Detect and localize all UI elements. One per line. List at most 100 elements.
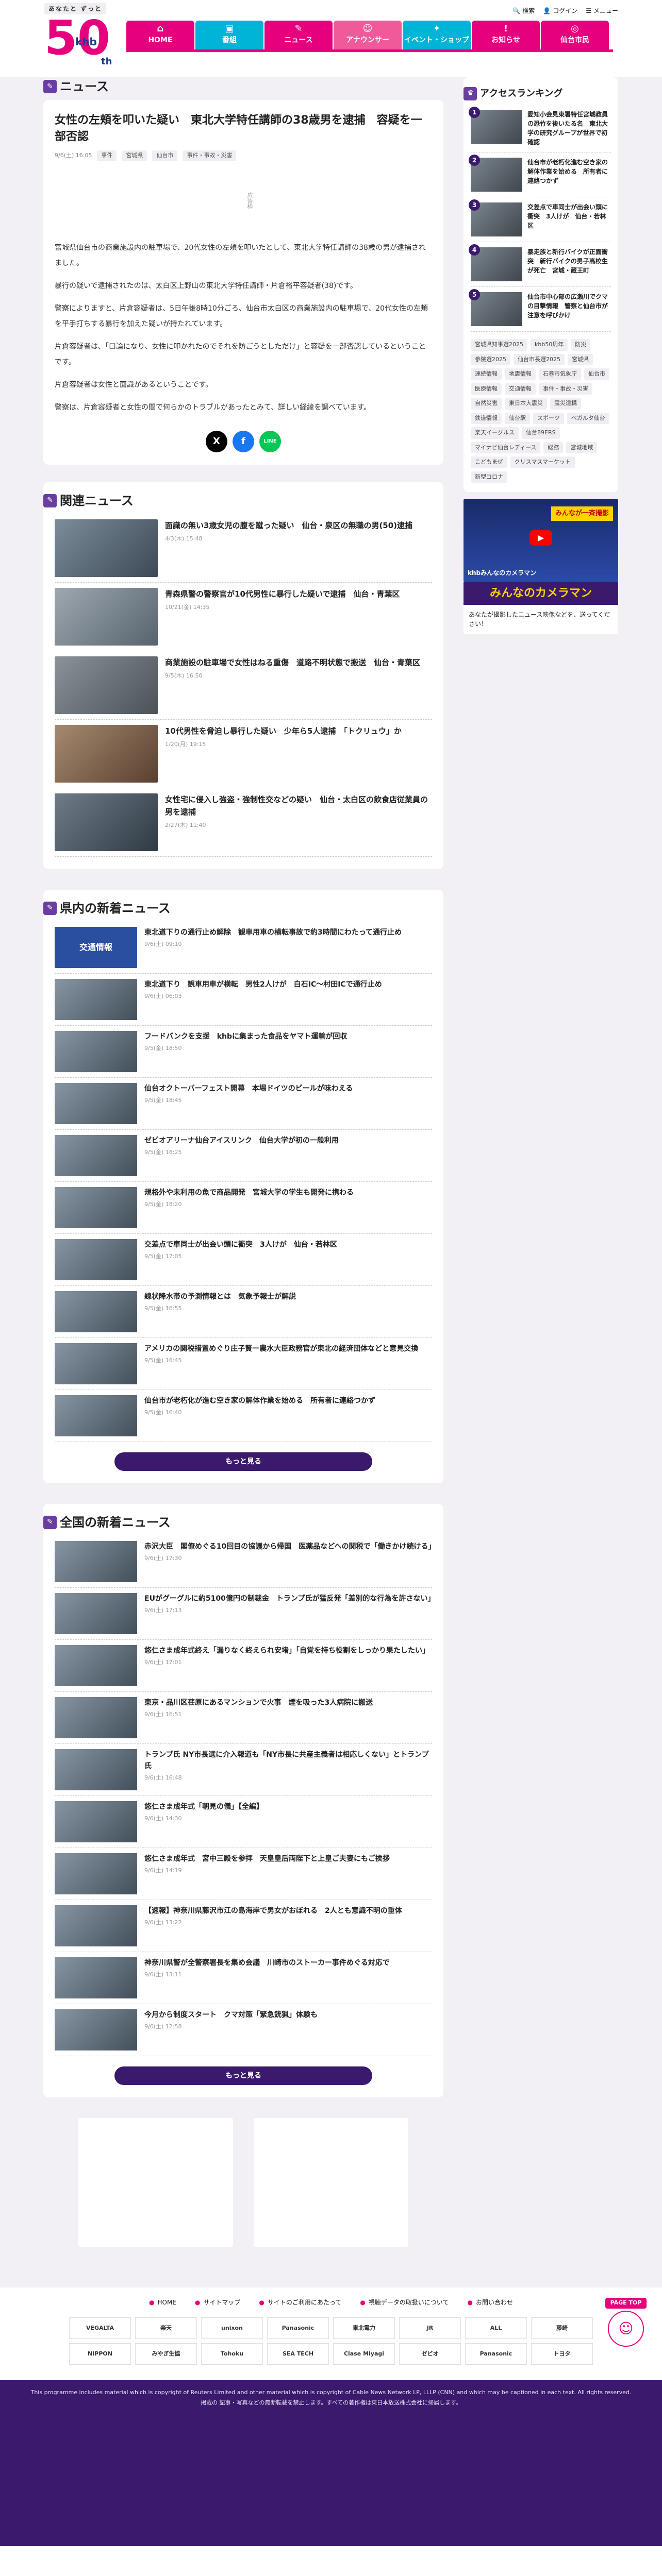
sponsor-logo[interactable]: みやぎ生協 — [135, 2343, 197, 2365]
tag-link[interactable]: 震災遺構 — [550, 398, 581, 410]
list-item[interactable]: 東北道下り 観車用車が横転 男性2人けが 白石IC〜村田ICで通行止め 9/6(土… — [55, 974, 432, 1026]
article-tag[interactable]: 仙台市 — [152, 150, 178, 161]
related-item[interactable]: 青森県警の警察官が10代男性に暴行した疑いで逮捕 仙台・青葉区 10/21(金) … — [55, 583, 432, 651]
tag-link[interactable]: こどもまぜ — [471, 456, 507, 468]
article-tag[interactable]: 宮城県 — [122, 150, 147, 161]
list-item[interactable]: 悠仁さま成年式 宮中三殿を参拝 天皇皇后両陛下と上皇ご夫妻にもご挨拶 9/6(土)… — [55, 1848, 432, 1900]
x-icon[interactable]: X — [206, 430, 227, 452]
tag-link[interactable]: 東日本大震災 — [505, 398, 547, 410]
footer-link[interactable]: ● HOME — [149, 2298, 176, 2307]
tag-link[interactable]: 防災 — [571, 339, 591, 351]
list-item[interactable]: 仙台オクトーバーフェスト開幕 本場ドイツのビールが味わえる 9/5(金) 18:4… — [55, 1078, 432, 1130]
ranking-item[interactable]: 3 交差点で車同士が出会い頭に衝突 3人けが 仙台・若林区 — [469, 197, 611, 242]
tag-link[interactable]: 新型コロナ — [471, 471, 507, 483]
tag-link[interactable]: 医療情報 — [471, 383, 502, 395]
nav-home[interactable]: ⌂ HOME — [126, 21, 194, 49]
related-item[interactable]: 商業施設の駐車場で女性はねる重傷 道路不明状態で搬送 仙台・青葉区 9/5(木) … — [55, 651, 432, 720]
tag-link[interactable]: 宮城県 — [568, 353, 593, 365]
tag-link[interactable]: 宮城県知事選2025 — [471, 339, 527, 351]
sponsor-logo[interactable]: Clase Miyagi — [333, 2343, 395, 2365]
line-icon[interactable]: LINE — [259, 430, 281, 452]
sponsor-logo[interactable]: VEGALTA — [69, 2317, 131, 2339]
sponsor-logo[interactable]: unixon — [201, 2317, 263, 2339]
footer-link[interactable]: ● 視聴データの取扱いについて — [360, 2298, 449, 2307]
list-item[interactable]: 赤沢大臣 閣僚めぐる10回目の協議から帰国 医薬品などへの関税で「働きかけ続ける… — [55, 1536, 436, 1588]
ranking-item[interactable]: 2 仙台市が老朽化進む空き家の解体作業を始める 所有者に連絡つかず — [469, 152, 611, 197]
tag-link[interactable]: 宮城地域 — [566, 442, 598, 453]
tag-link[interactable]: khb50周年 — [531, 339, 568, 351]
list-item[interactable]: 神奈川県警が全警察署長を集め会議 川崎市のストーカー事件めぐる対応で 9/6(土)… — [55, 1952, 432, 2004]
tag-link[interactable]: 石巻市気象庁 — [539, 368, 581, 380]
camera-logo[interactable]: みんなのカメラマン — [464, 582, 618, 605]
khb-50th-logo[interactable]: あなたと ずっと 50 khb th — [44, 3, 127, 70]
tag-link[interactable]: 楽天イーグルス — [471, 427, 519, 439]
ranking-item[interactable]: 1 愛知小会見東署特任宮城教員の恐竹を後いたる名 東北大学の研究グループが世界で初… — [469, 105, 611, 152]
sponsor-logo[interactable]: JR — [399, 2317, 461, 2339]
nav-sendai[interactable]: ◎ 仙台市民 — [541, 21, 609, 49]
nav-event[interactable]: ✦ イベント・ショップ — [403, 21, 471, 49]
tag-link[interactable]: 仙台駅 — [505, 412, 530, 424]
list-item[interactable]: 規格外や未利用の魚で商品開発 宮城大学の学生も開発に携わる 9/5(金) 18:2… — [55, 1182, 432, 1234]
tag-link[interactable]: 仙台市長選2025 — [514, 353, 565, 365]
footer-link[interactable]: ● お問い合わせ — [467, 2298, 513, 2307]
tag-link[interactable]: 仙台89ERS — [522, 427, 560, 439]
sponsor-logo[interactable]: SEA TECH — [267, 2343, 329, 2365]
list-item[interactable]: 悠仁さま成年式「朝見の儀」【全編】 9/6(土) 14:30 — [55, 1796, 432, 1848]
list-item[interactable]: ゼビオアリーナ仙台アイスリンク 仙台大学が初の一般利用 9/5(金) 18:25 — [55, 1130, 432, 1182]
sponsor-logo[interactable]: 東北電力 — [333, 2317, 395, 2339]
footer-link[interactable]: ● サイトマップ — [195, 2298, 241, 2307]
list-item[interactable]: 交通情報 東北道下りの通行止め解除 観車用車の横転事故で約3時間にわたって通行止め… — [55, 922, 432, 974]
list-item[interactable]: EUがグーグルに約5100億円の制裁金 トランプ氏が猛反発「差別的な行為を許さな… — [55, 1588, 435, 1640]
nav-announcer[interactable]: ☺ アナウンサー — [334, 21, 402, 49]
list-item[interactable]: アメリカの関税措置めぐり庄子賢一農水大臣政務官が東北の経済団体などと意見交換 9/… — [55, 1338, 432, 1390]
page-top-button[interactable]: PAGE TOP ☺ — [605, 2298, 647, 2349]
sponsor-logo[interactable]: Panasonic — [267, 2317, 329, 2339]
list-item[interactable]: 線状降水帯の予測情報とは 気象予報士が解説 9/5(金) 16:55 — [55, 1286, 432, 1338]
sponsor-logo[interactable]: 藤崎 — [531, 2317, 593, 2339]
list-item[interactable]: 東京・品川区荏原にあるマンションで火事 煙を吸った3人病院に搬送 9/6(土) 1… — [55, 1692, 432, 1744]
ranking-item[interactable]: 5 仙台市中心部の広瀬川でクマの目撃情報 警察と仙台市が注意を呼びかけ — [469, 287, 611, 332]
nav-info[interactable]: ! お知らせ — [472, 21, 540, 49]
utility-login[interactable]: 👤 ログイン — [543, 6, 577, 15]
sponsor-logo[interactable]: ALL — [465, 2317, 527, 2339]
related-item[interactable]: 10代男性を脅迫し暴行した疑い 少年ら5人逮捕 「トクリュウ」か 1/20(月) … — [55, 720, 432, 788]
utility-menu[interactable]: ☰ メニュー — [586, 6, 618, 15]
tag-link[interactable]: 仙台市 — [584, 368, 609, 380]
list-item[interactable]: トランプ氏 NY市長選に介入報道も「NY市長に共産主義者は相応しくない」とトラン… — [55, 1744, 432, 1796]
nav-bangumi[interactable]: ▣ 番組 — [195, 21, 263, 49]
tag-link[interactable]: 参院選2025 — [471, 353, 510, 365]
play-icon[interactable]: ▶ — [529, 530, 552, 546]
more-button[interactable]: もっと見る — [114, 2066, 372, 2085]
nav-news[interactable]: ✎ ニュース — [264, 21, 333, 49]
list-item[interactable]: 交差点で車同士が出会い頭に衝突 3人けが 仙台・若林区 9/5(金) 17:05 — [55, 1234, 432, 1286]
sponsor-logo[interactable]: ゼビオ — [399, 2343, 461, 2365]
tag-link[interactable]: クリスマスマーケット — [510, 456, 575, 468]
sponsor-logo[interactable]: NIPPON — [69, 2343, 131, 2365]
tag-link[interactable]: ベガルタ仙台 — [567, 412, 609, 424]
facebook-icon[interactable]: f — [233, 430, 254, 452]
tag-link[interactable]: マイナビ仙台レディース — [471, 442, 541, 453]
article-tag[interactable]: 事件 — [97, 150, 117, 161]
sponsor-logo[interactable]: Tohoku — [201, 2343, 263, 2365]
article-tag[interactable]: 事件・事故・災害 — [183, 150, 237, 161]
list-item[interactable]: 【速報】神奈川県藤沢市江の島海岸で男女がおぼれる 2人とも意識不明の重体 9/6(… — [55, 1900, 432, 1952]
sponsor-logo[interactable]: Panasonic — [465, 2343, 527, 2365]
related-item[interactable]: 面識の無い3歳女児の腹を蹴った疑い 仙台・泉区の無職の男(50)逮捕 4/3(木)… — [55, 514, 432, 583]
tag-link[interactable]: 総務 — [543, 442, 564, 453]
list-item[interactable]: 仙台市が老朽化が進む空き家の解体作業を始める 所有者に連絡つかず 9/5(金) 1… — [55, 1390, 432, 1442]
sponsor-logo[interactable]: トヨタ — [531, 2343, 593, 2365]
more-button[interactable]: もっと見る — [114, 1452, 372, 1471]
tag-link[interactable]: 交通情報 — [505, 383, 536, 395]
tag-link[interactable]: スポーツ — [533, 412, 564, 424]
footer-link[interactable]: ● サイトのご利用にあたって — [259, 2298, 341, 2307]
utility-search[interactable]: 🔍 検索 — [512, 6, 535, 15]
tag-link[interactable]: 事件・事故・災害 — [539, 383, 592, 395]
list-item[interactable]: 今月から制度スタート クマ対策「緊急銃猟」体験も 9/6(土) 12:58 — [55, 2004, 432, 2056]
tag-link[interactable]: 連続情報 — [471, 368, 502, 380]
tag-link[interactable]: 地震情報 — [505, 368, 536, 380]
tag-link[interactable]: 鉄道情報 — [471, 412, 502, 424]
list-item[interactable]: フードバンクを支援 khbに集まった食品をヤマト運輸が回収 9/5(金) 18:5… — [55, 1026, 432, 1078]
camera-banner[interactable]: みんなが一斉撮影 ▶ khbみんなのカメラマン — [464, 499, 618, 582]
list-item[interactable]: 悠仁さま成年式終え「漏りなく終えられ安堵」「自覚を持ち役割をしっかり果たしたい」… — [55, 1640, 432, 1692]
related-item[interactable]: 女性宅に侵入し強盗・強制性交などの疑い 仙台・太白区の飲食店従業員の男を逮捕 2/… — [55, 788, 432, 857]
